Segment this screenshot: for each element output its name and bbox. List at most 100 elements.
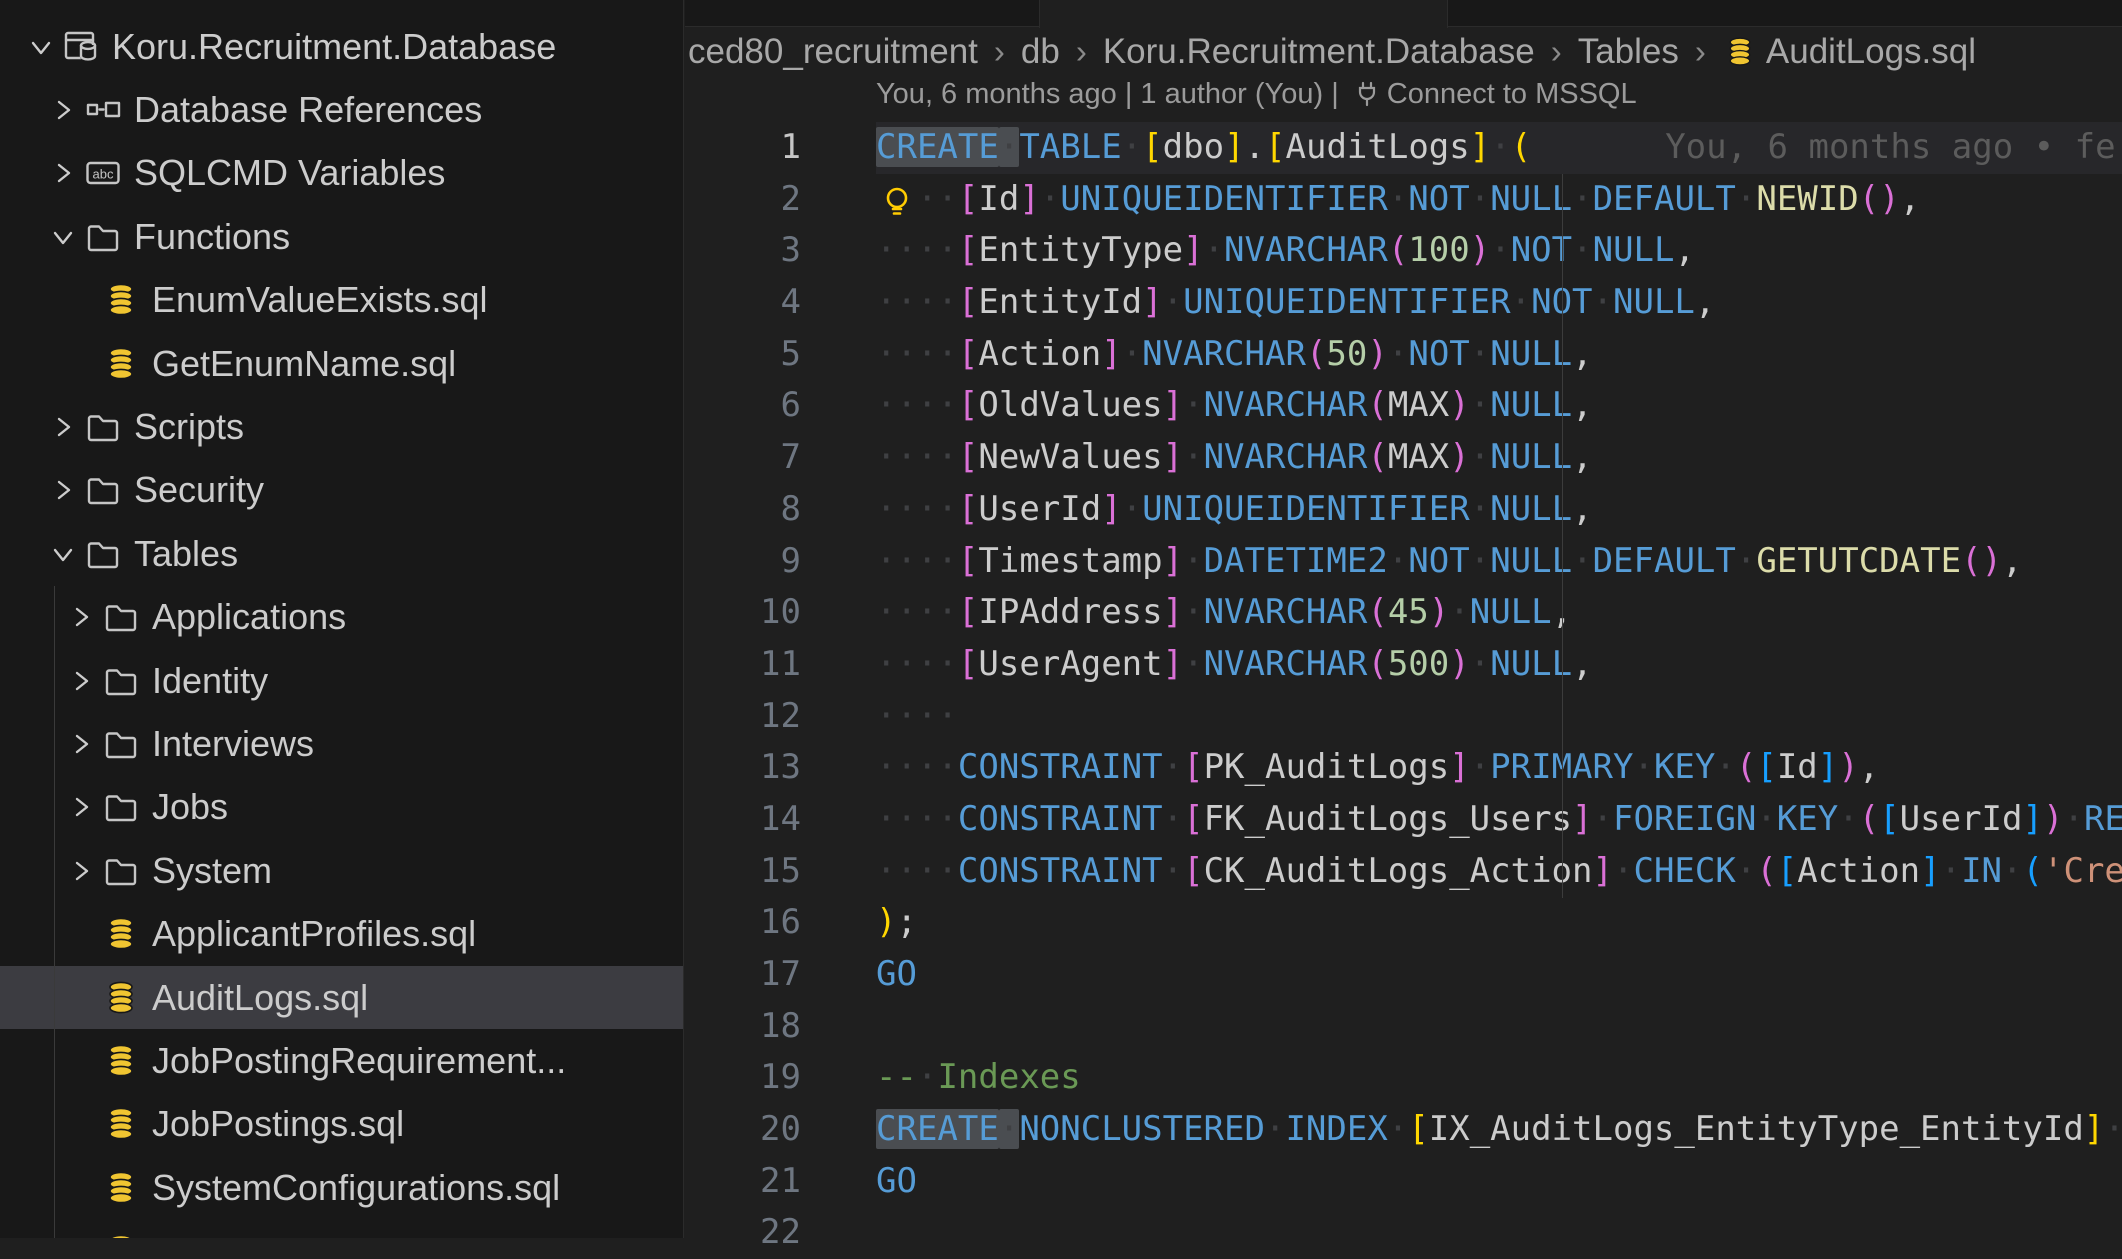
tree-item-auditlogs-sql[interactable]: AuditLogs.sql: [0, 966, 683, 1029]
breadcrumb-file[interactable]: AuditLogs.sql: [1766, 32, 1976, 72]
tree-item-scripts[interactable]: Scripts: [0, 395, 683, 458]
tree-item-database-references[interactable]: Database References: [0, 78, 683, 141]
tree-item-jobs[interactable]: Jobs: [0, 776, 683, 839]
code-token: Id: [1777, 747, 1818, 787]
code-line-3[interactable]: 3····[EntityType]·NVARCHAR(100)·NOT·NULL…: [685, 225, 2122, 277]
code-line-7[interactable]: 7····[NewValues]·NVARCHAR(MAX)·NULL,: [685, 432, 2122, 484]
code-line-13[interactable]: 13····CONSTRAINT·[PK_AuditLogs]·PRIMARY·…: [685, 742, 2122, 794]
line-number: 16: [685, 897, 876, 949]
line-number: 13: [685, 742, 876, 794]
lightbulb-icon[interactable]: [880, 183, 914, 217]
chevron-right-icon[interactable]: [50, 414, 76, 440]
code-token: CONSTRAINT: [958, 747, 1163, 787]
code-token: ]: [1449, 747, 1469, 787]
chevron-right-icon[interactable]: [68, 794, 94, 820]
code-token: (: [1367, 644, 1387, 684]
code-line-6[interactable]: 6····[OldValues]·NVARCHAR(MAX)·NULL,: [685, 380, 2122, 432]
tree-item-label: Applications: [152, 596, 346, 638]
breadcrumb-item[interactable]: Koru.Recruitment.Database: [1103, 32, 1535, 72]
tree-item-jobpostings-sql[interactable]: JobPostings.sql: [0, 1093, 683, 1156]
tree-item-jobpostingrequirement-[interactable]: JobPostingRequirement...: [0, 1029, 683, 1092]
whitespace-dots: ·: [1470, 644, 1490, 684]
code-line-5[interactable]: 5····[Action]·NVARCHAR(50)·NOT·NULL,: [685, 329, 2122, 381]
tree-item-interviews[interactable]: Interviews: [0, 712, 683, 775]
code-line-4[interactable]: 4····[EntityId]·UNIQUEIDENTIFIER·NOT·NUL…: [685, 277, 2122, 329]
line-number: 17: [685, 949, 876, 1001]
code-line-21[interactable]: 21GO: [685, 1156, 2122, 1208]
code-token: [: [1142, 127, 1162, 167]
code-line-17[interactable]: 17GO: [685, 949, 2122, 1001]
chevron-right-icon[interactable]: [68, 858, 94, 884]
tree-item-label: SQLCMD Variables: [134, 152, 445, 194]
tree-item-label: Database References: [134, 89, 482, 131]
breadcrumb-item[interactable]: db: [1021, 32, 1060, 72]
code-token: ): [1879, 179, 1899, 219]
code-line-14[interactable]: 14····CONSTRAINT·[FK_AuditLogs_Users]·FO…: [685, 794, 2122, 846]
code-line-11[interactable]: 11····[UserAgent]·NVARCHAR(500)·NULL,: [685, 639, 2122, 691]
tree-item-security[interactable]: Security: [0, 459, 683, 522]
line-content: ····CONSTRAINT·[CK_AuditLogs_Action]·CHE…: [876, 846, 2122, 898]
code-line-20[interactable]: 20CREATE·NONCLUSTERED·INDEX·[IX_AuditLog…: [685, 1104, 2122, 1156]
code-line-2[interactable]: 2 ··[Id]·UNIQUEIDENTIFIER·NOT·NULL·DEFAU…: [685, 174, 2122, 226]
code-token: ,: [1572, 644, 1592, 684]
sql-file-icon: [103, 1106, 139, 1142]
tree-item-partial[interactable]: [0, 1219, 683, 1238]
whitespace-dots: ·: [1163, 799, 1183, 839]
line-content: ····: [876, 691, 2122, 743]
active-tab[interactable]: [1039, 0, 1448, 28]
chevron-right-icon[interactable]: [50, 97, 76, 123]
code-line-19[interactable]: 19--·Indexes: [685, 1052, 2122, 1104]
code-token: ): [1449, 437, 1469, 477]
breadcrumb-item[interactable]: Tables: [1578, 32, 1679, 72]
code-line-1[interactable]: 1CREATE·TABLE·[dbo].[AuditLogs]·(You, 6 …: [685, 122, 2122, 174]
chevron-down-icon[interactable]: [50, 224, 76, 250]
tree-item-applications[interactable]: Applications: [0, 586, 683, 649]
code-token: 500: [1388, 644, 1449, 684]
tree-item-getenumname-sql[interactable]: GetEnumName.sql: [0, 332, 683, 395]
tree-item-systemconfigurations-sql[interactable]: SystemConfigurations.sql: [0, 1156, 683, 1219]
code-token: ]: [1101, 489, 1121, 529]
tree-item-enumvalueexists-sql[interactable]: EnumValueExists.sql: [0, 269, 683, 332]
code-line-22[interactable]: 22: [685, 1207, 2122, 1259]
code-token: ,: [2002, 541, 2022, 581]
chevron-down-icon[interactable]: [28, 34, 54, 60]
code-line-15[interactable]: 15····CONSTRAINT·[CK_AuditLogs_Action]·C…: [685, 846, 2122, 898]
code-token: [: [958, 282, 978, 322]
codelens-connect-mssql[interactable]: Connect to MSSQL: [1387, 78, 1637, 111]
line-content: );: [876, 897, 2122, 949]
code-token: ): [2043, 799, 2063, 839]
line-number: 19: [685, 1052, 876, 1104]
tree-item-sqlcmd-variables[interactable]: abcSQLCMD Variables: [0, 142, 683, 205]
code-line-10[interactable]: 10····[IPAddress]·NVARCHAR(45)·NULL,: [685, 587, 2122, 639]
chevron-down-icon[interactable]: [50, 541, 76, 567]
tree-item-koru-recruitment-database[interactable]: Koru.Recruitment.Database: [0, 15, 683, 78]
tree-item-system[interactable]: System: [0, 839, 683, 902]
chevron-right-icon[interactable]: [68, 731, 94, 757]
code-area[interactable]: 1CREATE·TABLE·[dbo].[AuditLogs]·(You, 6 …: [685, 122, 2122, 1259]
code-token: CREATE: [876, 127, 999, 167]
line-content: ····[OldValues]·NVARCHAR(MAX)·NULL,: [876, 380, 2122, 432]
chevron-right-icon[interactable]: [68, 604, 94, 630]
code-line-9[interactable]: 9····[Timestamp]·DATETIME2·NOT·NULL·DEFA…: [685, 536, 2122, 588]
code-token: Timestamp: [978, 541, 1162, 581]
code-line-18[interactable]: 18: [685, 1001, 2122, 1053]
codelens-blame[interactable]: You, 6 months ago | 1 author (You) |: [876, 78, 1339, 111]
chevron-right-icon[interactable]: [50, 477, 76, 503]
whitespace-dots: ·: [1122, 489, 1142, 529]
code-token: CONSTRAINT: [958, 851, 1163, 891]
code-line-12[interactable]: 12····: [685, 691, 2122, 743]
code-line-8[interactable]: 8····[UserId]·UNIQUEIDENTIFIER·NULL,: [685, 484, 2122, 536]
code-token: (: [1859, 179, 1879, 219]
folder-icon: [85, 409, 121, 445]
chevron-right-icon[interactable]: [68, 668, 94, 694]
chevron-right-icon[interactable]: [50, 160, 76, 186]
tree-item-applicantprofiles-sql[interactable]: ApplicantProfiles.sql: [0, 902, 683, 965]
whitespace-dots: ····: [876, 489, 958, 529]
tree-item-tables[interactable]: Tables: [0, 522, 683, 585]
tree-item-identity[interactable]: Identity: [0, 649, 683, 712]
code-line-16[interactable]: 16);: [685, 897, 2122, 949]
whitespace-dots: ····: [876, 644, 958, 684]
tree-item-label: Koru.Recruitment.Database: [112, 26, 556, 68]
breadcrumb-item[interactable]: ced80_recruitment: [688, 32, 978, 72]
tree-item-functions[interactable]: Functions: [0, 205, 683, 268]
